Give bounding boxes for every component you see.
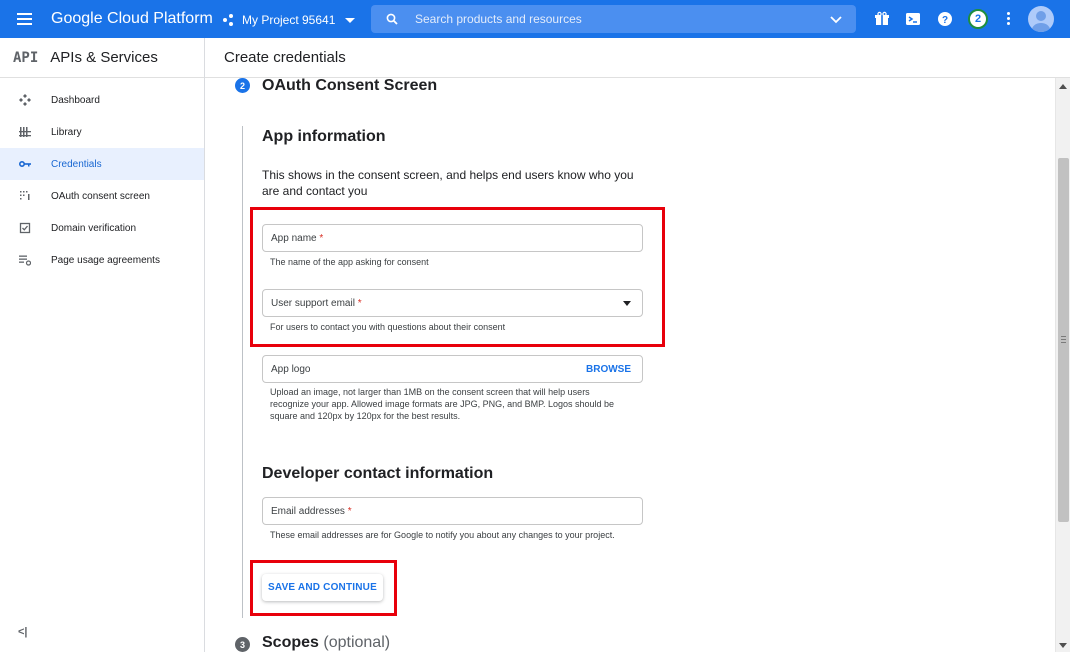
project-name: My Project 95641 [242,13,336,27]
vertical-scrollbar[interactable] [1055,78,1070,652]
grip-icon [1061,336,1066,345]
sidebar-item-domain-verification[interactable]: Domain verification [0,212,204,244]
sidebar-item-page-usage-agreements[interactable]: Page usage agreements [0,244,204,276]
section-title-app-info: App information [262,128,386,145]
step-title-scopes[interactable]: Scopes (optional) [262,634,390,652]
sidebar-header: API APIs & Services [0,38,204,78]
sidebar-item-library[interactable]: Library [0,116,204,148]
user-silhouette-icon [1032,11,1050,32]
svg-text:?: ? [942,15,948,26]
field-help-text: For users to contact you with questions … [270,322,506,332]
user-support-email-select[interactable]: User support email * [262,289,643,317]
field-label: Email addresses * [271,505,352,517]
sidebar-title: APIs & Services [50,49,158,66]
project-selector[interactable]: My Project 95641 [223,9,356,31]
field-help-text: Upload an image, not larger than 1MB on … [270,387,615,421]
library-icon [19,126,31,138]
content-header: Create credentials [205,38,1070,78]
app-name-field[interactable]: App name * [262,224,643,252]
app-logo-field[interactable]: App logo BROWSE [262,355,643,383]
sidebar-item-label: Domain verification [51,222,137,234]
scroll-down-arrow-icon[interactable] [1059,643,1067,648]
scroll-up-arrow-icon[interactable] [1059,84,1067,89]
field-help-text: These email addresses are for Google to … [270,530,615,540]
main-menu-button[interactable] [14,9,38,29]
dashboard-icon [19,94,31,106]
collapse-sidebar-button[interactable]: <| [18,626,28,638]
browse-button[interactable]: BROWSE [586,364,631,375]
help-icon[interactable]: ? [937,11,953,27]
section-title-developer-contact: Developer contact information [262,465,494,482]
scrollbar-thumb[interactable] [1058,158,1069,522]
checkbox-icon [19,222,31,234]
key-icon [19,158,31,170]
sidebar-item-label: Page usage agreements [51,254,160,266]
section-description: This shows in the consent screen, and he… [262,168,634,198]
page-title: Create credentials [224,49,346,66]
sidebar: API APIs & Services Dashboard Library Cr… [0,38,205,652]
chevron-down-icon [345,17,356,23]
sidebar-item-oauth-consent[interactable]: OAuth consent screen [0,180,204,212]
step-connector-line [242,126,243,618]
step-title: OAuth Consent Screen [262,78,438,94]
save-and-continue-button[interactable]: SAVE AND CONTINUE [262,574,383,601]
search-input[interactable] [415,12,815,26]
developer-email-field[interactable]: Email addresses * [262,497,643,525]
dropdown-arrow-icon [623,301,631,306]
search-bar[interactable] [371,5,856,33]
field-label: User support email * [271,297,362,309]
sidebar-item-label: Dashboard [51,94,100,106]
search-icon [386,13,398,25]
field-label: App logo [271,363,311,375]
notifications-badge[interactable]: 2 [968,9,988,29]
avatar[interactable] [1028,6,1054,32]
project-icon [223,14,235,26]
step-number-badge: 2 [235,78,250,93]
sidebar-nav: Dashboard Library Credentials OAuth cons… [0,78,204,276]
field-label: App name * [271,232,324,244]
sidebar-item-label: OAuth consent screen [51,190,150,202]
search-expand-icon[interactable] [830,15,842,25]
brand-title[interactable]: Google Cloud Platform [51,10,213,28]
sidebar-item-label: Credentials [51,158,102,170]
sidebar-item-label: Library [51,126,82,138]
sidebar-item-credentials[interactable]: Credentials [0,148,204,180]
field-help-text: The name of the app asking for consent [270,257,429,267]
top-app-bar: Google Cloud Platform My Project 95641 ?… [0,0,1070,38]
api-logo: API [13,49,39,66]
sidebar-item-dashboard[interactable]: Dashboard [0,84,204,116]
step-number-badge: 3 [235,637,250,652]
main-content: 2 OAuth Consent Screen App information T… [205,78,1055,652]
gift-icon[interactable] [874,11,890,27]
more-options-icon[interactable] [1007,12,1011,26]
settings-list-icon [19,254,31,266]
cloud-shell-icon[interactable] [905,11,921,27]
consent-icon [19,190,31,202]
